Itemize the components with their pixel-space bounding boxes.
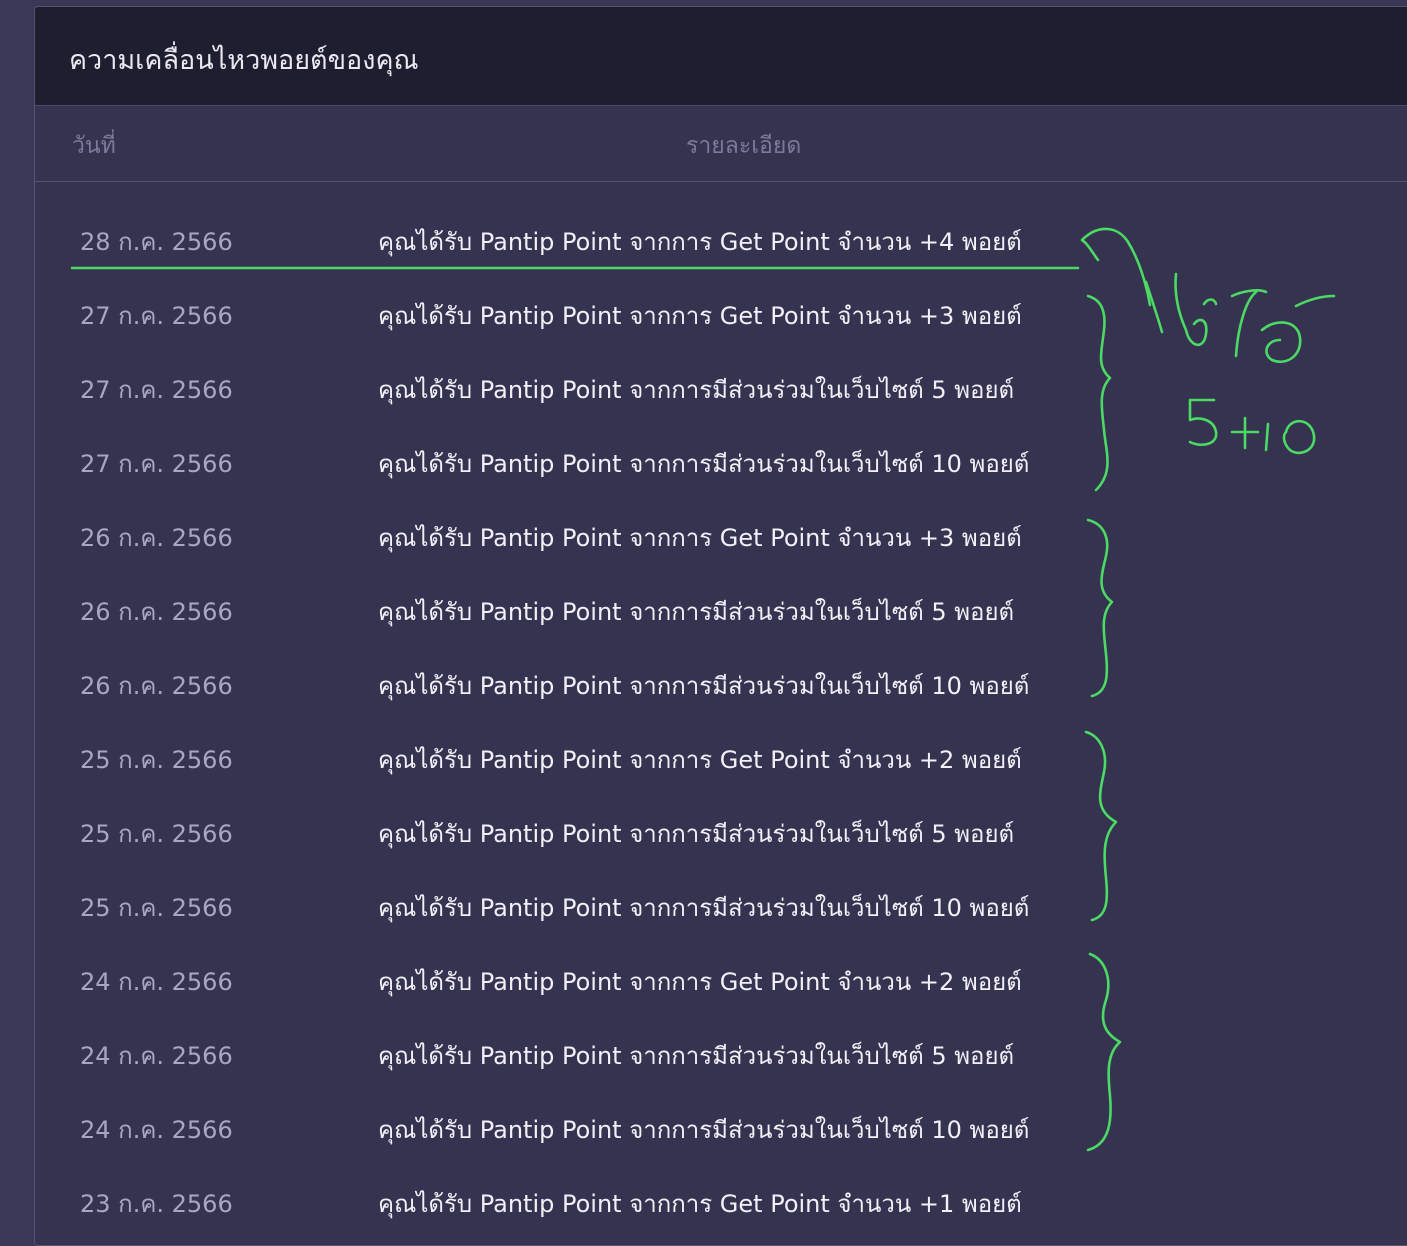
table-row: 24 ก.ค. 2566 คุณได้รับ Pantip Point จากกา… bbox=[35, 939, 1407, 1013]
row-detail: คุณได้รับ Pantip Point จากการมีส่วนร่วมใ… bbox=[378, 376, 1015, 404]
row-date: 24 ก.ค. 2566 bbox=[80, 1042, 233, 1070]
row-detail: คุณได้รับ Pantip Point จากการมีส่วนร่วมใ… bbox=[378, 450, 1030, 478]
row-detail: คุณได้รับ Pantip Point จากการ Get Point … bbox=[378, 968, 1022, 996]
column-header-detail: รายละเอียด bbox=[686, 133, 802, 159]
row-date: 23 ก.ค. 2566 bbox=[80, 1190, 233, 1218]
panel-header: ความเคลื่อนไหวพอยต์ของคุณ bbox=[35, 7, 1407, 106]
table-row: 26 ก.ค. 2566 คุณได้รับ Pantip Point จากกา… bbox=[35, 495, 1407, 569]
row-detail: คุณได้รับ Pantip Point จากการมีส่วนร่วมใ… bbox=[378, 598, 1015, 626]
table-row: 25 ก.ค. 2566 คุณได้รับ Pantip Point จากกา… bbox=[35, 717, 1407, 791]
row-detail: คุณได้รับ Pantip Point จากการมีส่วนร่วมใ… bbox=[378, 672, 1030, 700]
row-date: 27 ก.ค. 2566 bbox=[80, 376, 233, 404]
row-detail: คุณได้รับ Pantip Point จากการ Get Point … bbox=[378, 228, 1022, 256]
table-row: 25 ก.ค. 2566 คุณได้รับ Pantip Point จากกา… bbox=[35, 865, 1407, 939]
row-date: 27 ก.ค. 2566 bbox=[80, 450, 233, 478]
row-date: 28 ก.ค. 2566 bbox=[80, 228, 233, 256]
points-history-panel: ความเคลื่อนไหวพอยต์ของคุณ วันที่ รายละเอ… bbox=[34, 6, 1407, 1246]
row-date: 26 ก.ค. 2566 bbox=[80, 598, 233, 626]
row-detail: คุณได้รับ Pantip Point จากการ Get Point … bbox=[378, 746, 1022, 774]
table-row: 27 ก.ค. 2566 คุณได้รับ Pantip Point จากกา… bbox=[35, 347, 1407, 421]
row-date: 26 ก.ค. 2566 bbox=[80, 524, 233, 552]
row-date: 25 ก.ค. 2566 bbox=[80, 894, 233, 922]
points-table-body: 28 ก.ค. 2566 คุณได้รับ Pantip Point จากกา… bbox=[35, 199, 1407, 1235]
table-row: 26 ก.ค. 2566 คุณได้รับ Pantip Point จากกา… bbox=[35, 569, 1407, 643]
table-row: 23 ก.ค. 2566 คุณได้รับ Pantip Point จากกา… bbox=[35, 1161, 1407, 1235]
row-detail: คุณได้รับ Pantip Point จากการ Get Point … bbox=[378, 302, 1022, 330]
table-row: 25 ก.ค. 2566 คุณได้รับ Pantip Point จากกา… bbox=[35, 791, 1407, 865]
table-row: 28 ก.ค. 2566 คุณได้รับ Pantip Point จากกา… bbox=[35, 199, 1407, 273]
row-date: 25 ก.ค. 2566 bbox=[80, 746, 233, 774]
table-row: 24 ก.ค. 2566 คุณได้รับ Pantip Point จากกา… bbox=[35, 1087, 1407, 1161]
table-row: 27 ก.ค. 2566 คุณได้รับ Pantip Point จากกา… bbox=[35, 421, 1407, 495]
row-detail: คุณได้รับ Pantip Point จากการมีส่วนร่วมใ… bbox=[378, 894, 1030, 922]
row-date: 24 ก.ค. 2566 bbox=[80, 1116, 233, 1144]
row-detail: คุณได้รับ Pantip Point จากการมีส่วนร่วมใ… bbox=[378, 1042, 1015, 1070]
table-row: 24 ก.ค. 2566 คุณได้รับ Pantip Point จากกา… bbox=[35, 1013, 1407, 1087]
table-row: 26 ก.ค. 2566 คุณได้รับ Pantip Point จากกา… bbox=[35, 643, 1407, 717]
row-date: 24 ก.ค. 2566 bbox=[80, 968, 233, 996]
row-detail: คุณได้รับ Pantip Point จากการ Get Point … bbox=[378, 524, 1022, 552]
row-date: 25 ก.ค. 2566 bbox=[80, 820, 233, 848]
row-detail: คุณได้รับ Pantip Point จากการมีส่วนร่วมใ… bbox=[378, 1116, 1030, 1144]
table-header: วันที่ รายละเอียด bbox=[35, 106, 1407, 182]
table-row: 27 ก.ค. 2566 คุณได้รับ Pantip Point จากกา… bbox=[35, 273, 1407, 347]
row-date: 27 ก.ค. 2566 bbox=[80, 302, 233, 330]
column-header-date: วันที่ bbox=[72, 133, 116, 159]
panel-title: ความเคลื่อนไหวพอยต์ของคุณ bbox=[69, 45, 419, 76]
row-date: 26 ก.ค. 2566 bbox=[80, 672, 233, 700]
row-detail: คุณได้รับ Pantip Point จากการ Get Point … bbox=[378, 1190, 1022, 1218]
row-detail: คุณได้รับ Pantip Point จากการมีส่วนร่วมใ… bbox=[378, 820, 1015, 848]
